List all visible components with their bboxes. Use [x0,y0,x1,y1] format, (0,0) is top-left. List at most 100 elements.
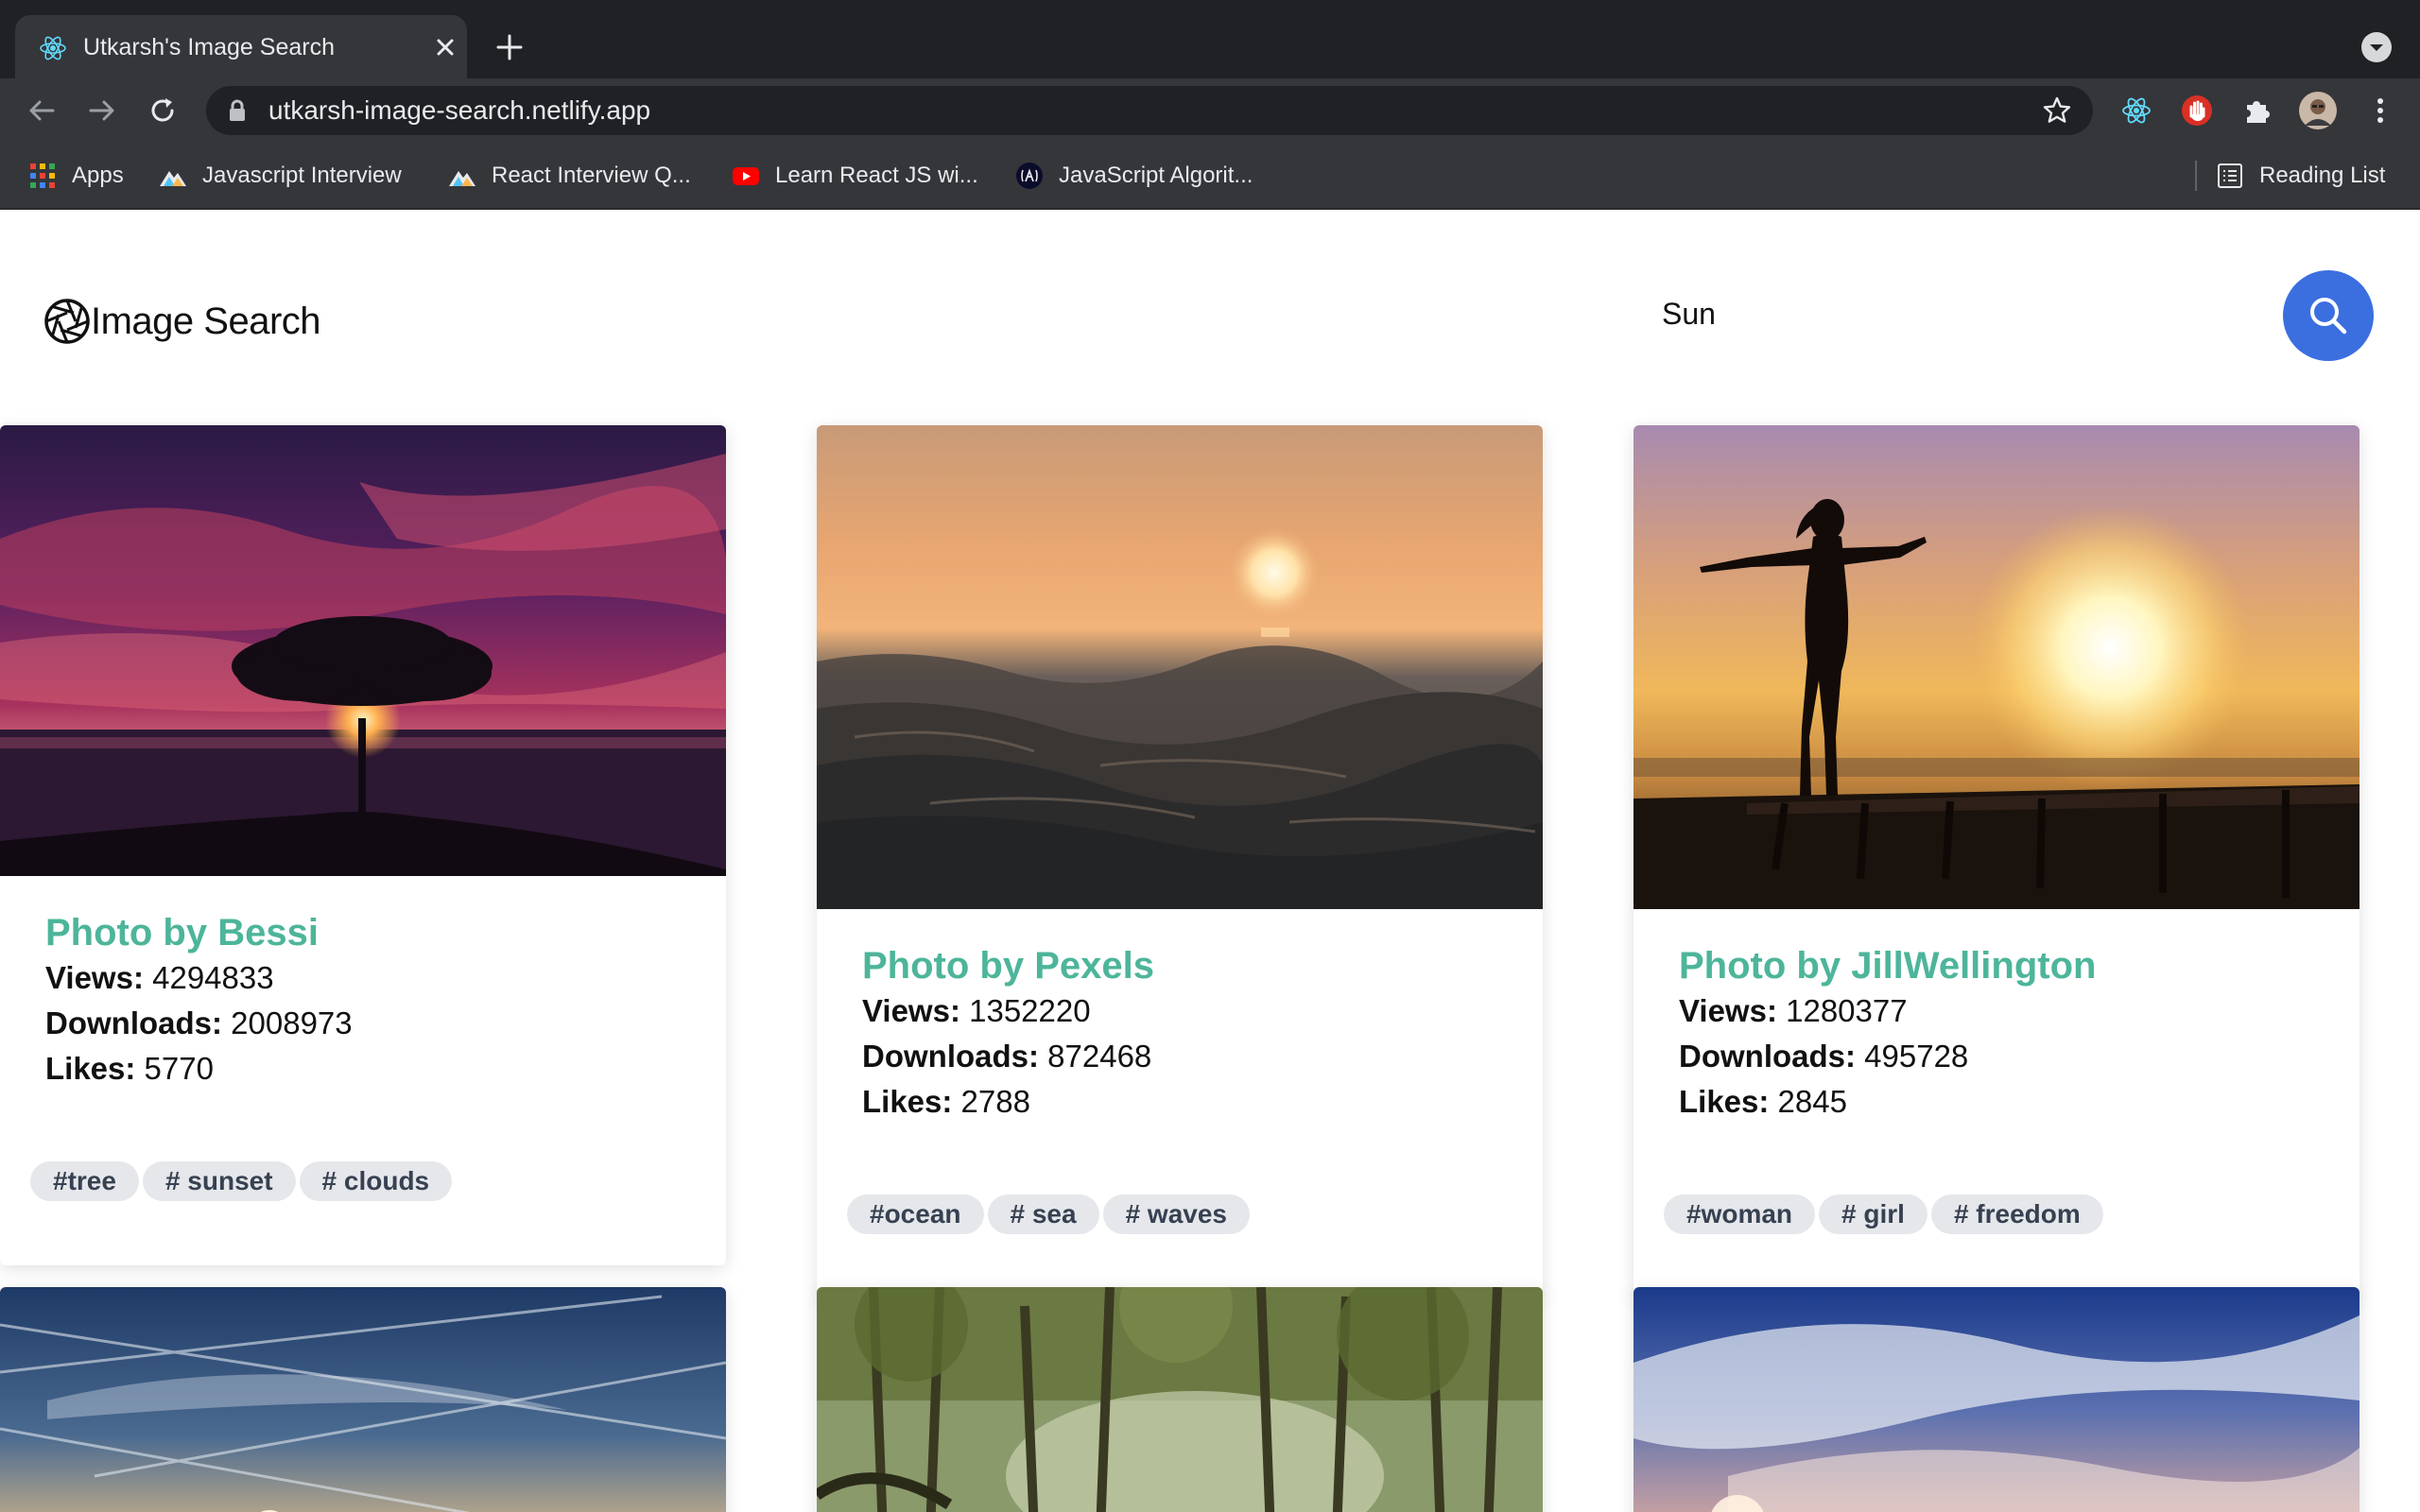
downloads-stat: Downloads: 495728 [1679,1034,2314,1079]
card-body: Photo by Bessi Views: 4294833 Downloads:… [0,910,726,1091]
tag-chip[interactable]: # girl [1819,1194,1927,1234]
tree-sunset-photo[interactable] [0,425,726,876]
downloads-value: 495728 [1864,1039,1969,1074]
downloads-value: 2008973 [231,1005,353,1040]
bookmark-learn-react[interactable]: Learn React JS wi... [732,159,978,193]
image-card[interactable] [817,1287,1543,1512]
downloads-label: Downloads: [45,1005,222,1040]
tag-chip[interactable]: # sunset [142,1161,296,1201]
close-tab-icon[interactable] [429,31,461,63]
tag-chip[interactable]: # sea [987,1194,1099,1234]
browser-toolbar: utkarsh-image-search.netlify.app [0,78,2420,142]
mountain-icon [449,171,475,186]
profile-avatar[interactable] [2299,92,2337,129]
downloads-stat: Downloads: 872468 [862,1034,1497,1079]
views-value: 4294833 [152,960,274,995]
address-bar[interactable]: utkarsh-image-search.netlify.app [206,86,2093,135]
search-input[interactable] [1662,297,2248,332]
woman-sunset-photo[interactable] [1634,425,2360,909]
bookmark-react-interview[interactable]: React Interview Q... [448,159,691,193]
extensions-puzzle-icon[interactable] [2240,94,2274,128]
likes-label: Likes: [862,1084,953,1119]
tag-chip[interactable]: # freedom [1930,1194,2103,1234]
tag-chip[interactable]: #ocean [847,1194,984,1234]
likes-stat: Likes: 5770 [45,1046,681,1091]
likes-label: Likes: [1679,1084,1770,1119]
photo-author: Photo by Pexels [862,945,1154,987]
likes-value: 5770 [144,1051,214,1086]
page-content: Image Search Sun Photo by Bessi Views: 4… [0,210,2420,1512]
reload-icon[interactable] [146,94,180,128]
photo-author: Photo by Bessi [45,912,319,954]
tab-strip: Utkarsh's Image Search [0,0,2420,78]
chevron-down-icon [2370,44,2383,51]
bookmarks-bar: Apps Javascript Interview React Intervie… [0,142,2420,210]
ocean-waves-photo[interactable] [817,425,1543,909]
likes-value: 2845 [1777,1084,1847,1119]
bookmark-label: JavaScript Algorit... [1059,163,1253,188]
react-devtools-icon[interactable] [2119,94,2153,128]
bookmark-label: Javascript Interview [202,163,402,188]
tag-list: #tree # sunset # clouds [0,1161,726,1201]
downloads-value: 872468 [1047,1039,1152,1074]
image-card[interactable] [1634,1287,2360,1512]
bookmark-star-icon[interactable] [2042,95,2072,126]
bookmark-javascript-algorithms[interactable]: JavaScript Algorit... [1015,159,1253,193]
card-body: Photo by Pexels Views: 1352220 Downloads… [817,943,1543,1125]
forest-photo[interactable] [817,1287,1543,1512]
likes-value: 2788 [960,1084,1030,1119]
likes-label: Likes: [45,1051,136,1086]
clouds-sky-photo[interactable] [1634,1287,2360,1512]
tab-title: Utkarsh's Image Search [83,34,335,60]
lambda-icon [1016,163,1043,189]
reading-list-button[interactable]: Reading List [2216,159,2385,193]
views-stat: Views: 1280377 [1679,988,2314,1034]
bookmark-javascript-interview[interactable]: Javascript Interview [159,159,402,193]
bookmark-label: React Interview Q... [492,163,691,188]
react-icon [40,36,66,60]
camera-aperture-icon [44,299,90,344]
tag-chip[interactable]: # waves [1102,1194,1250,1234]
downloads-label: Downloads: [1679,1039,1856,1074]
views-label: Views: [45,960,144,995]
tab-search-button[interactable] [2361,32,2392,62]
tag-list: #woman # girl # freedom [1634,1194,2360,1234]
reading-list-icon [2218,163,2242,188]
views-value: 1352220 [969,993,1091,1028]
downloads-label: Downloads: [862,1039,1039,1074]
brand[interactable]: Image Search [43,293,321,350]
bookmark-label: Apps [72,163,124,188]
sky-contrails-photo[interactable] [0,1287,726,1512]
views-label: Views: [862,993,960,1028]
bookmarks-divider [2195,161,2197,191]
bookmark-label: Learn React JS wi... [775,163,978,188]
url-text: utkarsh-image-search.netlify.app [268,95,651,125]
tag-list: #ocean # sea # waves [817,1194,1543,1234]
image-card[interactable]: Photo by Pexels Views: 1352220 Downloads… [817,425,1543,1298]
adblock-hand-icon[interactable] [2180,94,2214,128]
forward-arrow-icon[interactable] [85,94,119,128]
views-label: Views: [1679,993,1777,1028]
bookmark-apps[interactable]: Apps [28,159,124,193]
image-card[interactable]: Photo by JillWellington Views: 1280377 D… [1634,425,2360,1298]
downloads-stat: Downloads: 2008973 [45,1001,681,1046]
tag-chip[interactable]: # clouds [299,1161,453,1201]
search-button[interactable] [2283,270,2374,361]
tag-chip[interactable]: #woman [1664,1194,1816,1234]
apps-grid-icon [30,163,55,188]
reading-list-label: Reading List [2259,163,2386,188]
search-icon [2310,298,2347,335]
views-stat: Views: 1352220 [862,988,1497,1034]
new-tab-icon[interactable] [493,31,526,63]
image-card[interactable]: Photo by Bessi Views: 4294833 Downloads:… [0,425,726,1265]
mountain-icon [160,171,186,186]
image-card[interactable] [0,1287,726,1512]
kebab-menu-icon[interactable] [2363,94,2397,128]
browser-tab[interactable]: Utkarsh's Image Search [15,15,467,78]
likes-stat: Likes: 2788 [862,1079,1497,1125]
youtube-icon [733,167,759,185]
views-value: 1280377 [1786,993,1908,1028]
back-arrow-icon[interactable] [25,94,59,128]
photo-author: Photo by JillWellington [1679,945,2097,987]
tag-chip[interactable]: #tree [30,1161,139,1201]
